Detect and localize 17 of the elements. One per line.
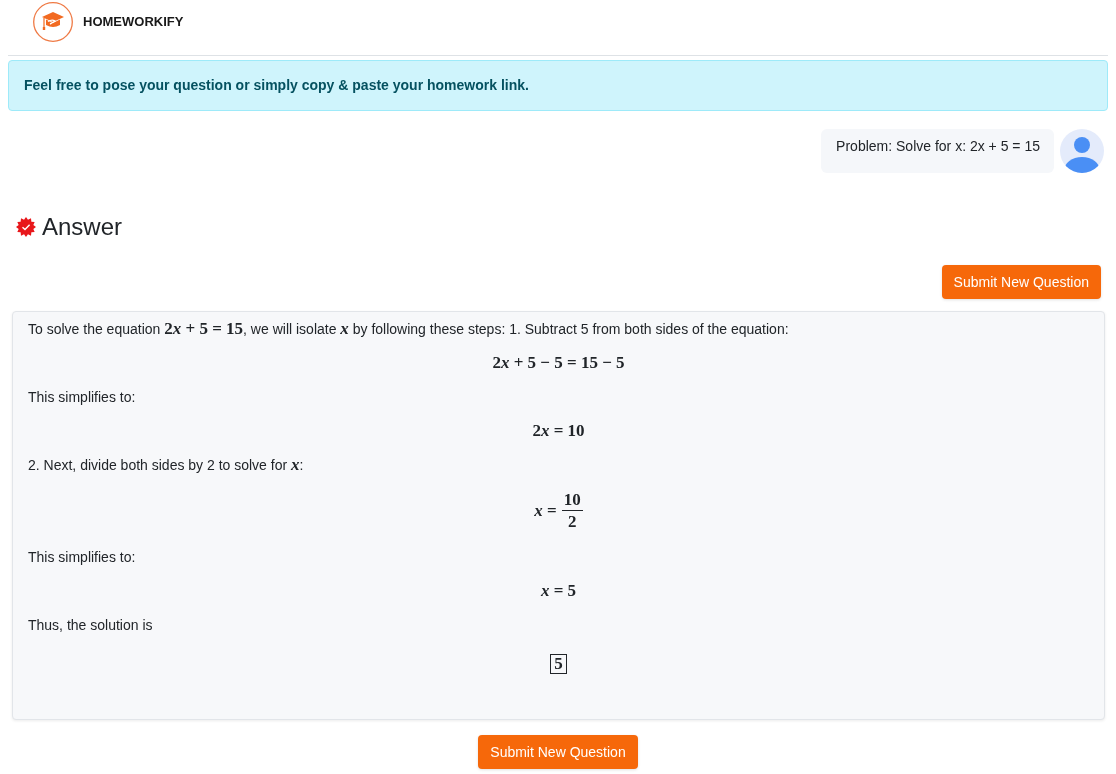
boxed-answer: 5: [550, 654, 567, 674]
verified-badge-icon: [16, 216, 36, 237]
answer-text: To solve the equation 2x + 5 = 15, we will isolate x by following these steps: 1. Subtract 5 from both sides of the equation:: [28, 319, 790, 339]
question-bubble: Problem: Solve for x: 2x + 5 = 15: [821, 129, 1054, 173]
brand-name: HOMEWORKIFY: [83, 13, 184, 31]
math-equation: x = 5: [540, 581, 577, 601]
answer-text: This simplifies to:: [28, 548, 137, 567]
answer-text: Thus, the solution is: [28, 616, 154, 635]
math-equation: 2x + 5 − 5 = 15 − 5: [492, 353, 625, 373]
user-avatar-icon: [1060, 129, 1104, 173]
submit-new-question-button[interactable]: Submit New Question: [478, 735, 638, 769]
math-equation: 2x = 10: [532, 421, 585, 441]
answer-text: This simplifies to:: [28, 388, 137, 407]
answer-heading: Answer: [42, 212, 123, 241]
submit-new-question-button[interactable]: Submit New Question: [941, 265, 1101, 299]
info-banner: Feel free to pose your question or simply copy & paste your homework link.: [8, 60, 1108, 111]
answer-text: 2. Next, divide both sides by 2 to solve for x:: [28, 455, 305, 475]
